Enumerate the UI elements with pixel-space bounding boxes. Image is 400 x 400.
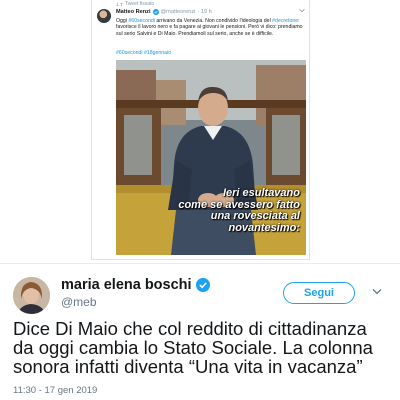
chevron-down-icon[interactable] bbox=[372, 288, 382, 295]
follow-button[interactable]: Segui bbox=[283, 282, 355, 304]
verified-badge-icon bbox=[195, 278, 210, 292]
text-segment: arrivano da Venezia. Non condivido l'ide… bbox=[154, 18, 273, 24]
tweet-text-line: da oggi cambia lo Stato Sociale. La colo… bbox=[13, 337, 373, 359]
avatar-portrait bbox=[13, 277, 50, 314]
caption-line: una rovesciata al novantesimo: bbox=[210, 210, 300, 234]
hashtag-link[interactable]: #60secondi bbox=[128, 18, 155, 24]
pinned-label: Tweet fissato bbox=[116, 1, 154, 7]
screenshot-root: Tweet fissato Matteo Renzi @matteorenzi … bbox=[0, 0, 400, 400]
embedded-time[interactable]: · 19 h bbox=[197, 9, 211, 15]
hashtag-link[interactable]: #decretone bbox=[272, 18, 298, 24]
tweet-text-line: sonora infatti diventa “Una vita in vaca… bbox=[13, 356, 363, 378]
text-segment: Oggi bbox=[116, 18, 129, 24]
main-author-handle[interactable]: @meb bbox=[61, 295, 97, 309]
pin-icon bbox=[116, 2, 123, 6]
embedded-author-name[interactable]: Matteo Renzi bbox=[116, 9, 151, 15]
caption-line: Ieri esultavano bbox=[222, 187, 300, 199]
embedded-video[interactable]: Ieri esultavano come se avessero fatto u… bbox=[116, 60, 306, 255]
main-avatar[interactable] bbox=[13, 277, 50, 314]
embedded-avatar[interactable] bbox=[97, 9, 111, 23]
main-author-name[interactable]: maria elena boschi bbox=[61, 277, 192, 293]
verified-badge-icon bbox=[152, 9, 159, 15]
embedded-tweet-text: Oggi #60secondi arrivano da Venezia. Non… bbox=[116, 18, 306, 37]
tweet-text-line: Dice Di Maio che col reddito di cittadin… bbox=[13, 318, 367, 339]
chevron-down-icon[interactable] bbox=[299, 8, 305, 13]
embedded-author-handle[interactable]: @matteorenzi bbox=[161, 9, 196, 15]
main-tweet-text: Dice Di Maio che col reddito di cittadin… bbox=[13, 319, 393, 377]
embedded-tweet-card[interactable]: Tweet fissato Matteo Renzi @matteorenzi … bbox=[91, 0, 310, 260]
embedded-header: Matteo Renzi @matteorenzi · 19 h bbox=[116, 9, 212, 15]
video-caption: Ieri esultavano come se avessero fatto u… bbox=[174, 187, 300, 234]
main-timestamp[interactable]: 11:30 - 17 gen 2019 bbox=[13, 385, 97, 396]
embedded-hashtags[interactable]: #60secondi #18gennaio bbox=[116, 50, 171, 56]
pinned-label-text: Tweet fissato bbox=[125, 1, 155, 7]
main-author: maria elena boschi bbox=[61, 277, 210, 293]
